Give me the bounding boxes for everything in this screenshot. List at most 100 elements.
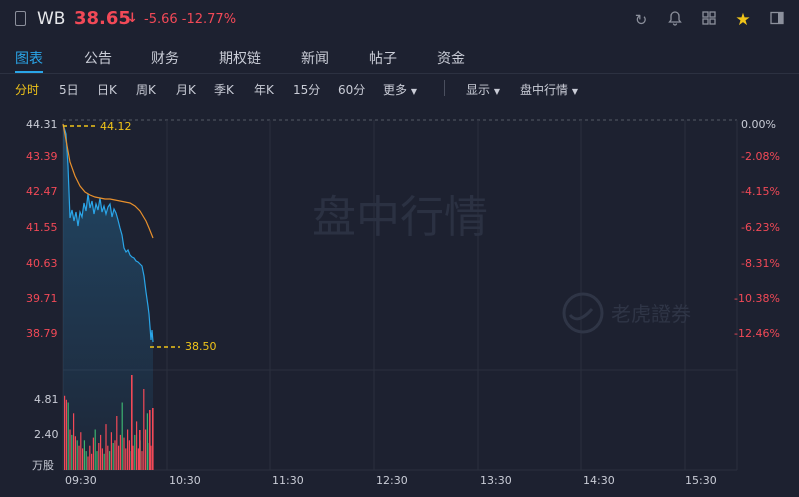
tab-announcements[interactable]: 公告 xyxy=(84,48,112,68)
volume-bar xyxy=(137,448,139,470)
volume-bar xyxy=(146,413,148,470)
volume-bar xyxy=(67,402,69,470)
display-label: 显示 xyxy=(466,83,491,97)
caret-down-icon: ▼ xyxy=(571,87,578,96)
price-tick: 43.39 xyxy=(26,150,58,163)
volume-bar xyxy=(145,429,147,470)
period-quarterly[interactable]: 季K xyxy=(214,81,234,98)
volume-bar xyxy=(141,451,143,470)
tab-capital[interactable]: 资金 xyxy=(437,48,465,68)
last-price: 38.65 xyxy=(74,8,131,29)
time-tick: 13:30 xyxy=(480,474,512,487)
active-tab-underline xyxy=(15,71,43,73)
main-tabs: 图表 公告 财务 期权链 新闻 帖子 资金 xyxy=(0,40,799,74)
time-tick: 11:30 xyxy=(272,474,304,487)
volume-bar xyxy=(80,432,82,470)
tab-options-chain[interactable]: 期权链 xyxy=(219,48,261,68)
volume-bar xyxy=(121,402,123,470)
period-60min[interactable]: 60分 xyxy=(338,81,365,98)
refresh-icon[interactable]: ↻ xyxy=(631,10,651,30)
volume-bar xyxy=(116,416,118,470)
volume-bar xyxy=(74,436,76,470)
logo-mark xyxy=(562,292,604,334)
volume-bar xyxy=(139,430,141,470)
source-dropdown[interactable]: 盘中行情 ▼ xyxy=(520,81,578,98)
volume-bar xyxy=(78,445,80,470)
volume-bar xyxy=(64,395,66,470)
price-area-fill xyxy=(63,124,153,470)
tiger-logo: 老虎證券 xyxy=(562,292,691,334)
panel-toggle-icon[interactable] xyxy=(15,11,26,26)
volume-bar xyxy=(91,453,93,470)
pct-tick: -12.46% xyxy=(734,327,780,340)
sidebar-icon-glyph xyxy=(770,11,784,25)
volume-bar xyxy=(107,445,109,470)
time-tick: 10:30 xyxy=(169,474,201,487)
price-tick: 44.31 xyxy=(26,118,58,131)
period-intraday[interactable]: 分时 xyxy=(15,81,39,98)
volume-bar xyxy=(98,443,100,470)
volume-bar xyxy=(110,432,112,470)
period-monthly[interactable]: 月K xyxy=(176,81,196,98)
watermark-text: 盘中行情 xyxy=(312,192,488,243)
time-tick: 09:30 xyxy=(65,474,97,487)
tab-chart[interactable]: 图表 xyxy=(15,48,43,68)
period-weekly[interactable]: 周K xyxy=(136,81,156,98)
price-change: -5.66 -12.77% xyxy=(144,12,236,27)
sidebar-icon[interactable] xyxy=(767,10,787,30)
pct-tick: -8.31% xyxy=(741,257,780,270)
volume-bar xyxy=(82,448,84,470)
caret-down-icon: ▼ xyxy=(410,87,417,96)
volume-bar xyxy=(143,389,145,470)
bell-icon-glyph xyxy=(668,11,682,26)
price-tick: 42.47 xyxy=(26,185,58,198)
volume-bar xyxy=(105,424,107,470)
star-icon[interactable]: ★ xyxy=(733,10,753,30)
intraday-chart[interactable]: 盘中行情 老虎證券 xyxy=(0,100,799,497)
pct-tick: 0.00% xyxy=(741,118,776,131)
volume-bar xyxy=(114,440,116,470)
volume-bar xyxy=(83,440,85,470)
last-price-label: 38.50 xyxy=(185,340,217,353)
quote-header: WB 38.65 ↓ -5.66 -12.77% ↻ ★ xyxy=(0,0,799,40)
time-tick: 12:30 xyxy=(376,474,408,487)
change-value: -5.66 xyxy=(144,12,178,27)
period-daily[interactable]: 日K xyxy=(97,81,117,98)
grid-icon[interactable] xyxy=(699,10,719,30)
time-tick: 14:30 xyxy=(583,474,615,487)
volume-bar xyxy=(100,434,102,470)
volume-bar xyxy=(136,421,138,470)
period-yearly[interactable]: 年K xyxy=(254,81,274,98)
period-5day[interactable]: 5日 xyxy=(59,81,79,98)
volume-bar xyxy=(73,413,75,470)
logo-text: 老虎證券 xyxy=(611,302,691,326)
volume-bar xyxy=(127,429,129,470)
volume-bar xyxy=(128,440,130,470)
volume-bar xyxy=(125,448,127,470)
volume-bar xyxy=(152,408,154,470)
volume-bar xyxy=(89,445,91,470)
tab-news[interactable]: 新闻 xyxy=(301,48,329,68)
price-tick: 40.63 xyxy=(26,257,58,270)
volume-bar xyxy=(71,434,73,470)
change-percent: -12.77% xyxy=(181,12,237,27)
pct-tick: -4.15% xyxy=(741,185,780,198)
period-bar: 分时 5日 日K 周K 月K 季K 年K 15分 60分 更多 ▼ 显示 ▼ 盘… xyxy=(0,76,799,100)
volume-bar xyxy=(96,451,98,470)
tab-financials[interactable]: 财务 xyxy=(151,48,179,68)
more-dropdown[interactable]: 更多 ▼ xyxy=(383,81,417,98)
volume-bar xyxy=(94,429,96,470)
volume-bar xyxy=(119,434,121,470)
tab-posts[interactable]: 帖子 xyxy=(369,48,397,68)
price-tick: 41.55 xyxy=(26,221,58,234)
period-15min[interactable]: 15分 xyxy=(293,81,320,98)
price-tick: 39.71 xyxy=(26,292,58,305)
bell-icon[interactable] xyxy=(665,10,685,30)
more-label: 更多 xyxy=(383,83,408,97)
display-dropdown[interactable]: 显示 ▼ xyxy=(466,81,500,98)
volume-tick: 2.40 xyxy=(34,428,59,441)
volume-bar xyxy=(101,448,103,470)
volume-unit: 万股 xyxy=(32,459,54,472)
open-price-label: 44.12 xyxy=(100,120,132,133)
caret-down-icon: ▼ xyxy=(493,87,500,96)
